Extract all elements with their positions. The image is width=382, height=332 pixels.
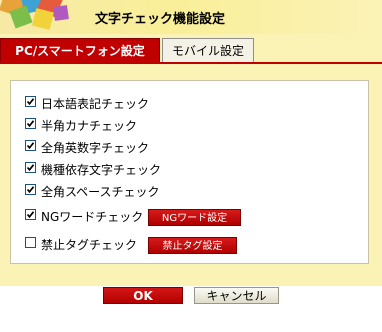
checkmark-icon bbox=[26, 186, 35, 194]
checkbox-fullwidth-space[interactable] bbox=[25, 184, 36, 195]
cancel-button[interactable]: キャンセル bbox=[194, 287, 279, 304]
ng-word-settings-button[interactable]: NGワード設定 bbox=[148, 209, 241, 226]
checkbox-device-dependent[interactable] bbox=[25, 162, 36, 173]
checkmark-icon bbox=[26, 98, 35, 106]
checkbox-forbidden-tag[interactable] bbox=[25, 237, 36, 248]
checkbox-japanese-notation[interactable] bbox=[25, 96, 36, 107]
checkmark-icon bbox=[26, 120, 35, 128]
tab-pc-smartphone[interactable]: PC/スマートフォン設定 bbox=[0, 38, 160, 62]
window-title: 文字チェック機能設定 bbox=[95, 12, 226, 27]
option-label: 日本語表記チェック bbox=[41, 97, 150, 111]
tab-mobile[interactable]: モバイル設定 bbox=[162, 38, 254, 62]
checkbox-ng-word[interactable] bbox=[25, 209, 36, 220]
colorful-blocks-icon bbox=[0, 0, 80, 34]
checkmark-icon bbox=[26, 164, 35, 172]
checkmark-icon bbox=[26, 142, 35, 150]
option-label: NGワードチェック bbox=[41, 210, 144, 224]
ok-button[interactable]: OK bbox=[103, 287, 183, 304]
option-label: 半角カナチェック bbox=[41, 119, 138, 133]
option-label: 全角スペースチェック bbox=[41, 185, 160, 199]
title-bar: 文字チェック機能設定 bbox=[0, 0, 382, 34]
checkbox-fullwidth-alnum[interactable] bbox=[25, 140, 36, 151]
option-label: 機種依存文字チェック bbox=[41, 163, 162, 177]
checkbox-halfwidth-kana[interactable] bbox=[25, 118, 36, 129]
option-label: 全角英数字チェック bbox=[41, 141, 150, 155]
footer bbox=[0, 286, 382, 332]
option-label: 禁止タグチェック bbox=[41, 238, 138, 252]
forbidden-tag-settings-button[interactable]: 禁止タグ設定 bbox=[148, 237, 237, 254]
checkmark-icon bbox=[26, 211, 35, 219]
options-panel: 日本語表記チェック 半角カナチェック 全角英数字チェック 機種依存文字チェック … bbox=[10, 80, 369, 264]
